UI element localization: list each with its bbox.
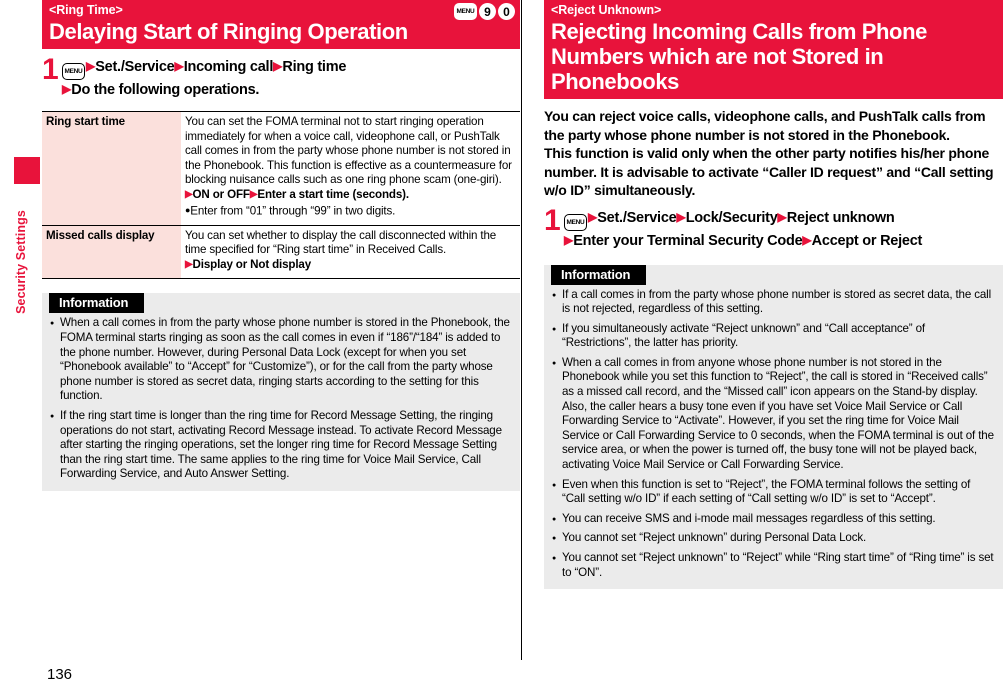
left-step-target-1: Set./Service — [95, 59, 175, 75]
list-item: You cannot set “Reject unknown” during P… — [552, 531, 995, 546]
left-step-target-4: Do the following operations. — [71, 82, 260, 98]
row-note-line: ●Enter from “01” through “99” in two dig… — [185, 203, 516, 219]
list-item: You can receive SMS and i-mode mail mess… — [552, 512, 995, 527]
arrow-icon: ▶ — [62, 82, 72, 96]
row-action-b: Enter a start time (seconds). — [257, 187, 409, 201]
column-divider — [521, 0, 522, 660]
right-section-title: Rejecting Incoming Calls from Phone Numb… — [551, 19, 927, 94]
list-item: If the ring start time is longer than th… — [50, 409, 512, 482]
arrow-icon: ▶ — [676, 209, 686, 224]
table-row-label: Ring start time — [42, 111, 181, 226]
table-row: Ring start time You can set the FOMA ter… — [42, 111, 520, 226]
row-desc-text: You can set whether to display the call … — [185, 228, 497, 257]
left-step-target-3: Ring time — [282, 59, 347, 75]
arrow-icon: ▶ — [86, 59, 96, 73]
numeric-key-0-icon: 0 — [498, 3, 515, 20]
list-item: Even when this function is set to “Rejec… — [552, 478, 995, 507]
settings-table: Ring start time You can set the FOMA ter… — [42, 111, 520, 280]
shortcut-keys: MENU 9 0 — [454, 3, 515, 20]
left-step-number: 1 — [42, 53, 59, 86]
right-step-1: 1 MENU ▶Set./Service▶Lock/Security▶Reject… — [544, 203, 1003, 251]
row-note-text: Enter from “01” through “99” in two digi… — [190, 204, 396, 218]
arrow-icon: ▶ — [588, 209, 598, 224]
arrow-icon: ▶ — [564, 232, 574, 247]
menu-key-icon: MENU — [454, 3, 477, 20]
left-step-1: 1 MENU ▶Set./Service▶Incoming call▶Ring t… — [42, 53, 520, 100]
arrow-icon: ▶ — [777, 209, 787, 224]
menu-key-icon: MENU — [62, 63, 85, 80]
left-section-title: Delaying Start of Ringing Operation — [49, 19, 408, 44]
right-step-target-2: Lock/Security — [685, 209, 778, 226]
left-information-list: When a call comes in from the party whos… — [42, 316, 520, 482]
row-action-a: ON or OFF — [192, 187, 250, 201]
row-action-line: ▶Display or Not display — [185, 258, 516, 273]
row-desc-text: You can set the FOMA terminal not to sta… — [185, 115, 512, 187]
arrow-icon: ▶ — [802, 232, 812, 247]
information-header: Information — [551, 264, 647, 285]
right-section-subtitle: <Reject Unknown> — [551, 3, 662, 17]
right-step-target-4: Enter your Terminal Security Code — [573, 232, 803, 249]
left-information-box: Information When a call comes in from th… — [42, 293, 520, 491]
table-row-description: You can set whether to display the call … — [181, 224, 520, 279]
right-column: <Reject Unknown> Rejecting Incoming Call… — [544, 0, 1003, 590]
left-step-body: MENU ▶Set./Service▶Incoming call▶Ring tim… — [62, 56, 346, 100]
right-information-box: Information If a call comes in from the … — [544, 264, 1003, 590]
table-row-label: Missed calls display — [42, 224, 181, 279]
list-item: If you simultaneously activate “Reject u… — [552, 322, 995, 351]
left-section-banner: MENU 9 0 <Ring Time> Delaying Start of R… — [42, 0, 520, 49]
right-step-number: 1 — [544, 203, 561, 237]
arrow-icon: ▶ — [273, 59, 283, 73]
right-information-list: If a call comes in from the party whose … — [544, 288, 1003, 581]
numeric-key-9-icon: 9 — [479, 3, 496, 20]
table-row-description: You can set the FOMA terminal not to sta… — [181, 112, 520, 226]
right-step-target-5: Accept or Reject — [811, 232, 923, 249]
left-step-target-2: Incoming call — [183, 59, 274, 75]
information-header: Information — [49, 293, 145, 314]
list-item: When a call comes in from the party whos… — [50, 316, 512, 404]
list-item: When a call comes in from anyone whose p… — [552, 356, 995, 473]
page-number: 136 — [47, 666, 73, 683]
side-tab: Security Settings — [0, 0, 40, 660]
left-section-subtitle: <Ring Time> — [49, 3, 123, 17]
arrow-icon: ▶ — [174, 59, 184, 73]
right-step-target-1: Set./Service — [597, 209, 677, 226]
right-intro-paragraph: You can reject voice calls, videophone c… — [544, 108, 994, 198]
row-action-a: Display or Not display — [192, 257, 312, 271]
arrow-icon: ▶ — [185, 258, 193, 270]
table-row: Missed calls display You can set whether… — [42, 224, 520, 279]
side-tab-marker — [14, 157, 40, 184]
right-section-banner: <Reject Unknown> Rejecting Incoming Call… — [544, 0, 1003, 99]
menu-key-icon: MENU — [564, 213, 587, 231]
arrow-icon: ▶ — [185, 188, 193, 200]
row-action-line: ▶ON or OFF▶Enter a start time (seconds). — [185, 188, 516, 203]
list-item: If a call comes in from the party whose … — [552, 288, 995, 317]
right-step-target-3: Reject unknown — [786, 209, 895, 226]
list-item: You cannot set “Reject unknown” to “Reje… — [552, 551, 995, 580]
side-tab-label: Security Settings — [14, 210, 28, 314]
left-column: MENU 9 0 <Ring Time> Delaying Start of R… — [42, 0, 520, 491]
right-step-body: MENU ▶Set./Service▶Lock/Security▶Reject u… — [564, 207, 922, 251]
